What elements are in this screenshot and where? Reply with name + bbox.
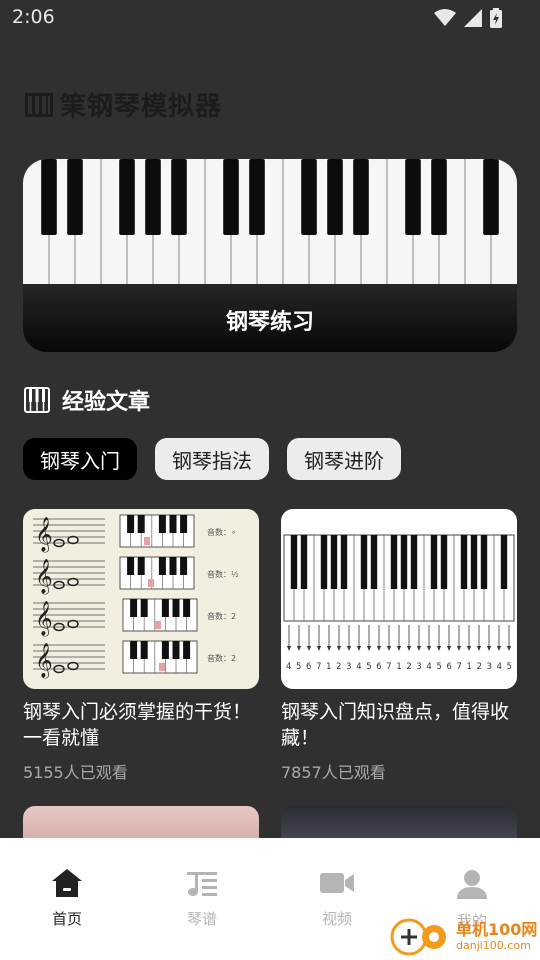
black-key <box>67 159 83 235</box>
black-key <box>171 159 187 235</box>
article-thumbnail: 4 5 6 7 1 2 3 4 5 6 7 1 2 3 4 5 6 7 1 2 … <box>281 509 517 689</box>
black-key <box>390 535 398 589</box>
black-key <box>431 159 447 235</box>
video-camera-icon <box>320 873 354 893</box>
article-card[interactable]: 4 5 6 7 1 2 3 4 5 6 7 1 2 3 4 5 6 7 1 2 … <box>281 509 517 783</box>
section-title: 经验文章 <box>24 384 150 416</box>
nav-sheet-music[interactable]: 琴谱 <box>157 868 247 929</box>
beat-count-label: 音数：2 <box>207 653 236 663</box>
signal-icon <box>464 9 482 27</box>
black-key <box>330 535 338 589</box>
piano-keys-icon <box>24 387 50 413</box>
bottom-nav: 首页 琴谱 视频 我的 单机100网 danji100.com <box>0 838 540 960</box>
black-key <box>320 535 328 589</box>
sheet-music-icon <box>187 872 217 896</box>
treble-clef-icon: 𝄞 <box>35 559 53 595</box>
black-key <box>430 535 438 589</box>
status-bar: 2:06 <box>0 0 540 36</box>
wifi-icon <box>434 9 456 26</box>
black-key <box>353 159 369 235</box>
battery-icon <box>490 8 502 28</box>
status-icons <box>434 8 502 28</box>
tab-piano-fingering[interactable]: 钢琴指法 <box>155 438 269 480</box>
black-key <box>119 159 135 235</box>
section-title-text: 经验文章 <box>62 390 151 415</box>
nav-home[interactable]: 首页 <box>22 868 112 929</box>
home-icon <box>52 869 82 897</box>
watermark-logo: 单机100网 danji100.com <box>390 918 537 956</box>
black-key <box>360 535 368 589</box>
black-key <box>290 535 298 589</box>
watermark-url: danji100.com <box>456 939 531 952</box>
black-key <box>483 159 499 235</box>
app-title-text: 筙钢琴模拟器 <box>60 92 223 122</box>
article-title: 钢琴入门知识盘点，值得收藏！ <box>281 701 510 749</box>
nav-label: 视频 <box>321 910 352 928</box>
nav-label: 琴谱 <box>186 910 217 928</box>
black-key <box>480 535 488 589</box>
note-number-row: 4 5 6 7 1 2 3 4 5 6 7 1 2 3 4 5 6 7 1 2 … <box>286 661 512 671</box>
black-key <box>460 535 468 589</box>
black-key <box>249 159 265 235</box>
keyboard-chart <box>283 534 515 622</box>
user-icon <box>457 870 487 899</box>
black-key <box>410 535 418 589</box>
piano-keyboard-image <box>23 159 517 284</box>
beat-count-label: 音数：2 <box>207 611 236 621</box>
beat-count-label: 音数：½ <box>207 569 239 579</box>
black-key <box>500 535 508 589</box>
nav-label: 首页 <box>51 910 82 928</box>
black-key <box>145 159 161 235</box>
black-key <box>327 159 343 235</box>
article-thumbnail: 𝄞 音数：∘ 𝄞 音数：½ 𝄞 音数：2 𝄞 音数：2 <box>23 509 259 689</box>
keyboard-chart-thumbnail: 4 5 6 7 1 2 3 4 5 6 7 1 2 3 4 5 6 7 1 2 … <box>281 509 517 689</box>
watermark-name: 单机100网 <box>456 920 538 939</box>
black-key <box>470 535 478 589</box>
beat-count-label: 音数：∘ <box>207 527 236 537</box>
treble-clef-icon: 𝄞 <box>35 517 53 553</box>
black-key <box>301 159 317 235</box>
black-key <box>223 159 239 235</box>
black-key <box>405 159 421 235</box>
nav-video[interactable]: 视频 <box>292 868 382 929</box>
black-key <box>340 535 348 589</box>
black-key <box>440 535 448 589</box>
piano-practice-card[interactable]: 钢琴练习 <box>23 159 517 352</box>
tab-piano-beginner[interactable]: 钢琴入门 <box>23 438 137 480</box>
piano-keys-icon <box>25 92 53 117</box>
sheet-music-thumbnail: 𝄞 音数：∘ 𝄞 音数：½ 𝄞 音数：2 𝄞 音数：2 <box>23 509 259 689</box>
article-title: 钢琴入门必须掌握的干货！一看就懂 <box>23 701 252 749</box>
status-time: 2:06 <box>12 6 55 28</box>
treble-clef-icon: 𝄞 <box>35 601 53 637</box>
app-title: 筙钢琴模拟器 <box>24 86 222 123</box>
black-key <box>400 535 408 589</box>
article-card[interactable]: 𝄞 音数：∘ 𝄞 音数：½ 𝄞 音数：2 𝄞 音数：2 钢琴入门必须掌握的干货！一看就懂 51… <box>23 509 259 783</box>
article-views: 7857人已观看 <box>281 763 386 782</box>
danji100-logo-icon <box>390 918 446 956</box>
tab-piano-advanced[interactable]: 钢琴进阶 <box>287 438 401 480</box>
piano-practice-label: 钢琴练习 <box>225 310 314 335</box>
black-key <box>370 535 378 589</box>
black-key <box>41 159 57 235</box>
treble-clef-icon: 𝄞 <box>35 643 53 679</box>
article-views: 5155人已观看 <box>23 763 128 782</box>
black-key <box>300 535 308 589</box>
